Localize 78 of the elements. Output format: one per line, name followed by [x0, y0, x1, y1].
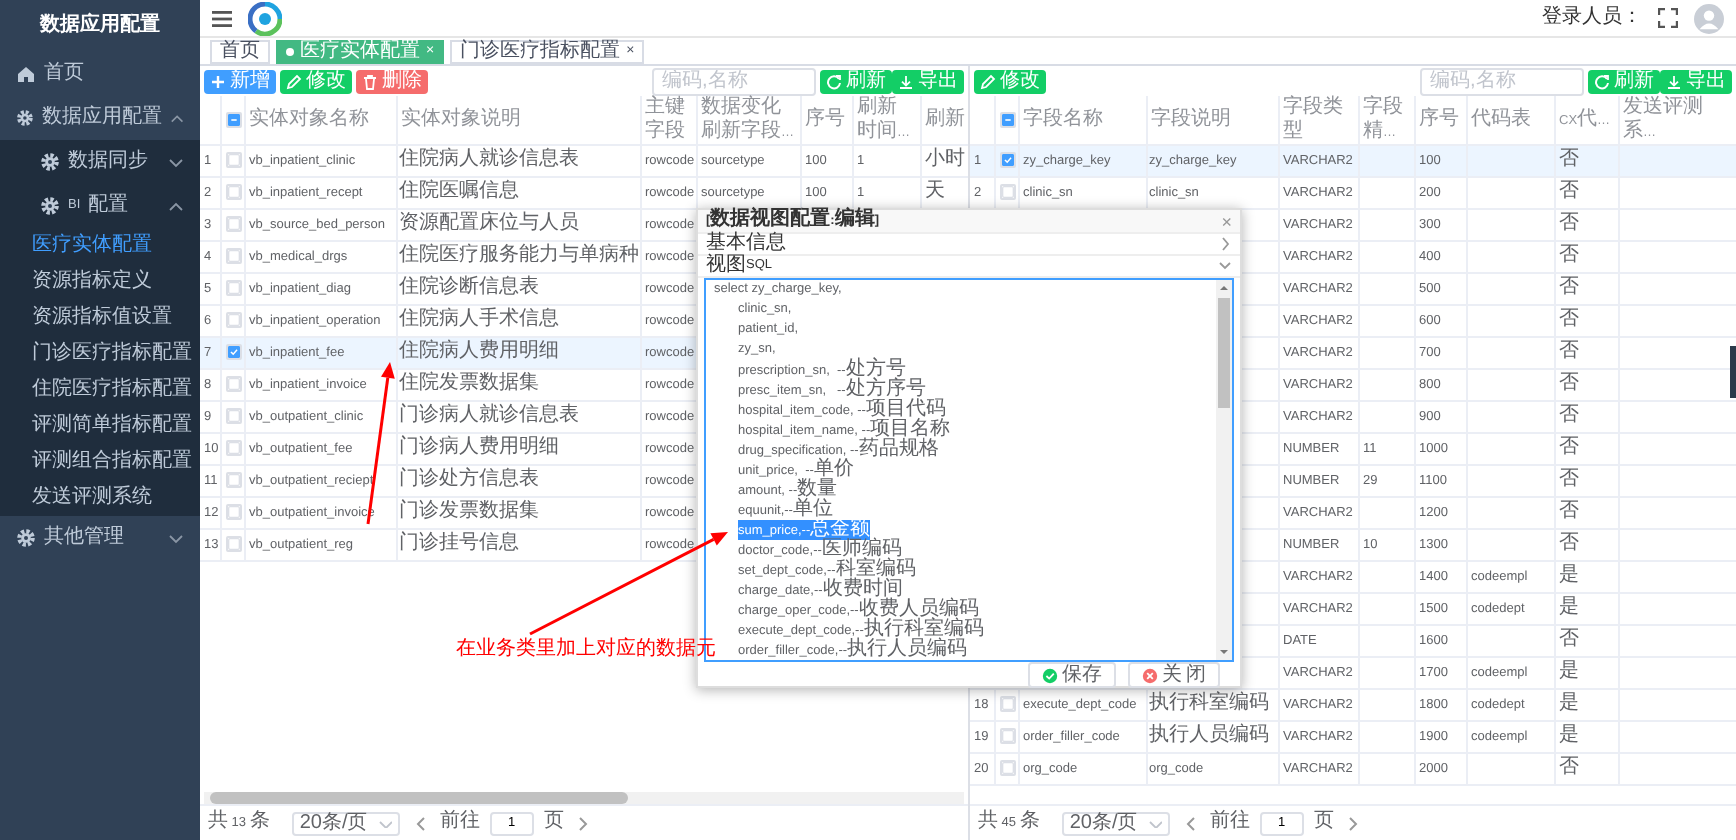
menu-icon[interactable] [212, 9, 232, 27]
checkbox[interactable] [999, 151, 1015, 168]
menu-item[interactable]: 发送评测系统 [0, 480, 200, 516]
scrollbar[interactable] [204, 792, 964, 804]
column-header: 实体对象名称 [244, 96, 396, 145]
menu-item[interactable]: 资源指标值设置 [0, 300, 200, 336]
checkbox[interactable] [225, 215, 241, 232]
checkbox[interactable] [225, 375, 241, 392]
check-icon [1042, 667, 1058, 683]
menu-item[interactable]: 评测简单指标配置 [0, 408, 200, 444]
refresh-icon [1594, 73, 1610, 89]
checkbox[interactable] [225, 111, 241, 128]
checkbox[interactable] [999, 727, 1015, 744]
checkbox[interactable] [225, 535, 241, 552]
checkbox[interactable] [225, 311, 241, 328]
app-title: 数据应用配置 [37, 10, 162, 40]
caret-icon [377, 818, 392, 828]
checkbox[interactable] [225, 343, 241, 360]
menu-item[interactable]: 资源指标定义 [0, 264, 200, 300]
checkbox[interactable] [999, 759, 1015, 776]
gear-icon [40, 152, 60, 172]
checkbox[interactable] [225, 247, 241, 264]
checkbox[interactable] [999, 695, 1015, 712]
gear-icon [40, 196, 60, 216]
menu-item[interactable]: 医疗实体配置 [0, 228, 200, 264]
caret-icon [1147, 818, 1162, 828]
checkbox[interactable] [225, 183, 241, 200]
checkbox[interactable] [999, 111, 1015, 128]
page-size-select[interactable]: 20条/页 [291, 811, 400, 835]
gear-icon [16, 528, 36, 548]
chevron-left-icon [1183, 815, 1196, 831]
goto-label: 前往 [1209, 812, 1250, 834]
tab[interactable]: 首页 [210, 39, 270, 63]
download-icon [1666, 73, 1682, 89]
side-handle[interactable] [1730, 346, 1736, 398]
search-field[interactable]: 编码,名称 [652, 67, 816, 95]
checkbox[interactable] [225, 151, 241, 168]
download-icon [898, 73, 914, 89]
close-button[interactable]: 关 闭 [1128, 662, 1220, 688]
pencil-icon [980, 73, 996, 89]
scrollbar[interactable] [1216, 280, 1232, 660]
menu-item[interactable]: 其他管理 [0, 516, 200, 560]
menu-item[interactable]: 首页 [0, 52, 200, 96]
logo-icon [248, 1, 282, 35]
close-icon [1142, 667, 1158, 683]
plus-icon [210, 73, 226, 89]
menu-item[interactable]: 住院医疗指标配置 [0, 372, 200, 408]
chevron-right-icon [577, 815, 590, 831]
home-icon [16, 64, 36, 84]
column-header: 实体对象说明 [396, 96, 640, 145]
checkbox[interactable] [999, 183, 1015, 200]
save-button[interactable]: 保存 [1028, 662, 1116, 688]
page-suffix: 页 [543, 812, 564, 834]
menu-item[interactable]: 门诊医疗指标配置 [0, 336, 200, 372]
menu-item[interactable]: 数据应用配置 [0, 96, 200, 140]
menu-item[interactable]: 数据同步 [0, 140, 200, 184]
chevron-right-icon [1347, 815, 1360, 831]
menu-item[interactable]: 评测组合指标配置 [0, 444, 200, 480]
refresh-icon [826, 73, 842, 89]
checkbox[interactable] [225, 407, 241, 424]
section-header[interactable]: 基本信息 [698, 234, 1240, 256]
page-suffix: 页 [1313, 812, 1334, 834]
checkbox[interactable] [225, 503, 241, 520]
user-label: 登录人员： [1542, 7, 1642, 29]
pencil-icon [286, 73, 302, 89]
goto-label: 前往 [439, 812, 480, 834]
column-header: 主键字段 [640, 96, 696, 145]
fullscreen-icon[interactable] [1658, 8, 1678, 28]
search-field[interactable]: 编码,名称 [1420, 67, 1584, 95]
gear-icon [16, 108, 34, 128]
column-header: 序号 [800, 96, 852, 145]
checkbox[interactable] [225, 471, 241, 488]
chevron-left-icon [413, 815, 426, 831]
trash-icon [362, 73, 378, 89]
checkbox[interactable] [225, 279, 241, 296]
page-size-select[interactable]: 20条/页 [1061, 811, 1170, 835]
avatar-icon[interactable] [1694, 3, 1724, 33]
checkbox[interactable] [225, 439, 241, 456]
